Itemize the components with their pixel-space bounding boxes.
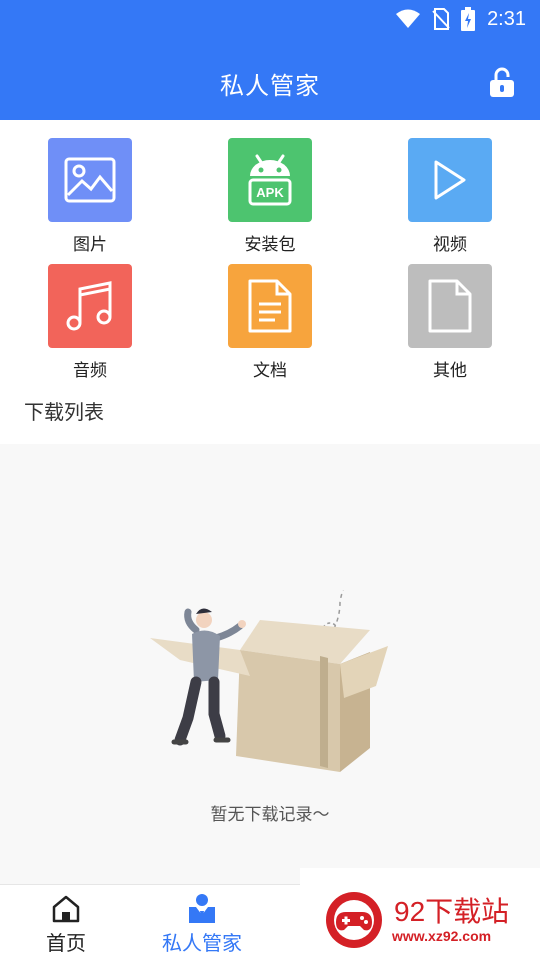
empty-box-illustration — [150, 590, 388, 772]
category-video[interactable]: 视频 — [400, 138, 500, 255]
tab-butler[interactable]: 私人管家 — [142, 893, 262, 956]
category-documents[interactable]: 文档 — [220, 264, 320, 381]
category-label: 图片 — [73, 235, 107, 255]
home-icon — [52, 895, 80, 923]
category-tile[interactable] — [228, 264, 312, 348]
document-icon — [248, 279, 292, 333]
empty-state-text: 暂无下载记录～ — [210, 805, 330, 825]
category-tile[interactable] — [408, 138, 492, 222]
category-apk[interactable]: APK 安装包 — [220, 138, 320, 255]
download-list-title: 下载列表 — [24, 400, 104, 424]
category-tile[interactable]: APK — [228, 138, 312, 222]
category-label: 视频 — [433, 235, 467, 255]
no-sim-icon — [432, 8, 450, 30]
image-icon — [64, 157, 116, 203]
app-header: 2:31 私人管家 — [0, 0, 540, 120]
category-audio[interactable]: 音频 — [40, 264, 140, 381]
play-icon — [434, 160, 466, 200]
status-time: 2:31 — [487, 7, 526, 30]
tab-label: 首页 — [46, 931, 86, 955]
watermark: 92下载站 www.xz92.com — [300, 868, 540, 960]
category-label: 音频 — [73, 361, 107, 381]
category-label: 其他 — [433, 361, 467, 381]
apk-icon: APK — [248, 154, 292, 206]
gamepad-logo-icon — [326, 892, 382, 948]
category-label: 文档 — [253, 361, 287, 381]
category-tile[interactable] — [408, 264, 492, 348]
category-other[interactable]: 其他 — [400, 264, 500, 381]
file-icon — [428, 279, 472, 333]
tab-label: 私人管家 — [162, 931, 242, 955]
watermark-url: www.xz92.com — [392, 928, 492, 944]
download-list-empty: 暂无下载记录～ — [0, 444, 540, 884]
category-label: 安装包 — [244, 235, 296, 255]
status-bar: 2:31 — [395, 6, 526, 32]
lock-icon[interactable] — [488, 66, 516, 98]
category-images[interactable]: 图片 — [40, 138, 140, 255]
watermark-text: 92下载站 — [394, 896, 510, 927]
wifi-icon — [396, 9, 421, 28]
music-icon — [66, 281, 112, 331]
apk-text: APK — [256, 185, 284, 200]
category-tile[interactable] — [48, 264, 132, 348]
page-title: 私人管家 — [220, 72, 320, 100]
tab-home[interactable]: 首页 — [6, 893, 126, 956]
butler-icon — [189, 894, 215, 923]
category-tile[interactable] — [48, 138, 132, 222]
battery-charging-icon — [461, 7, 476, 31]
